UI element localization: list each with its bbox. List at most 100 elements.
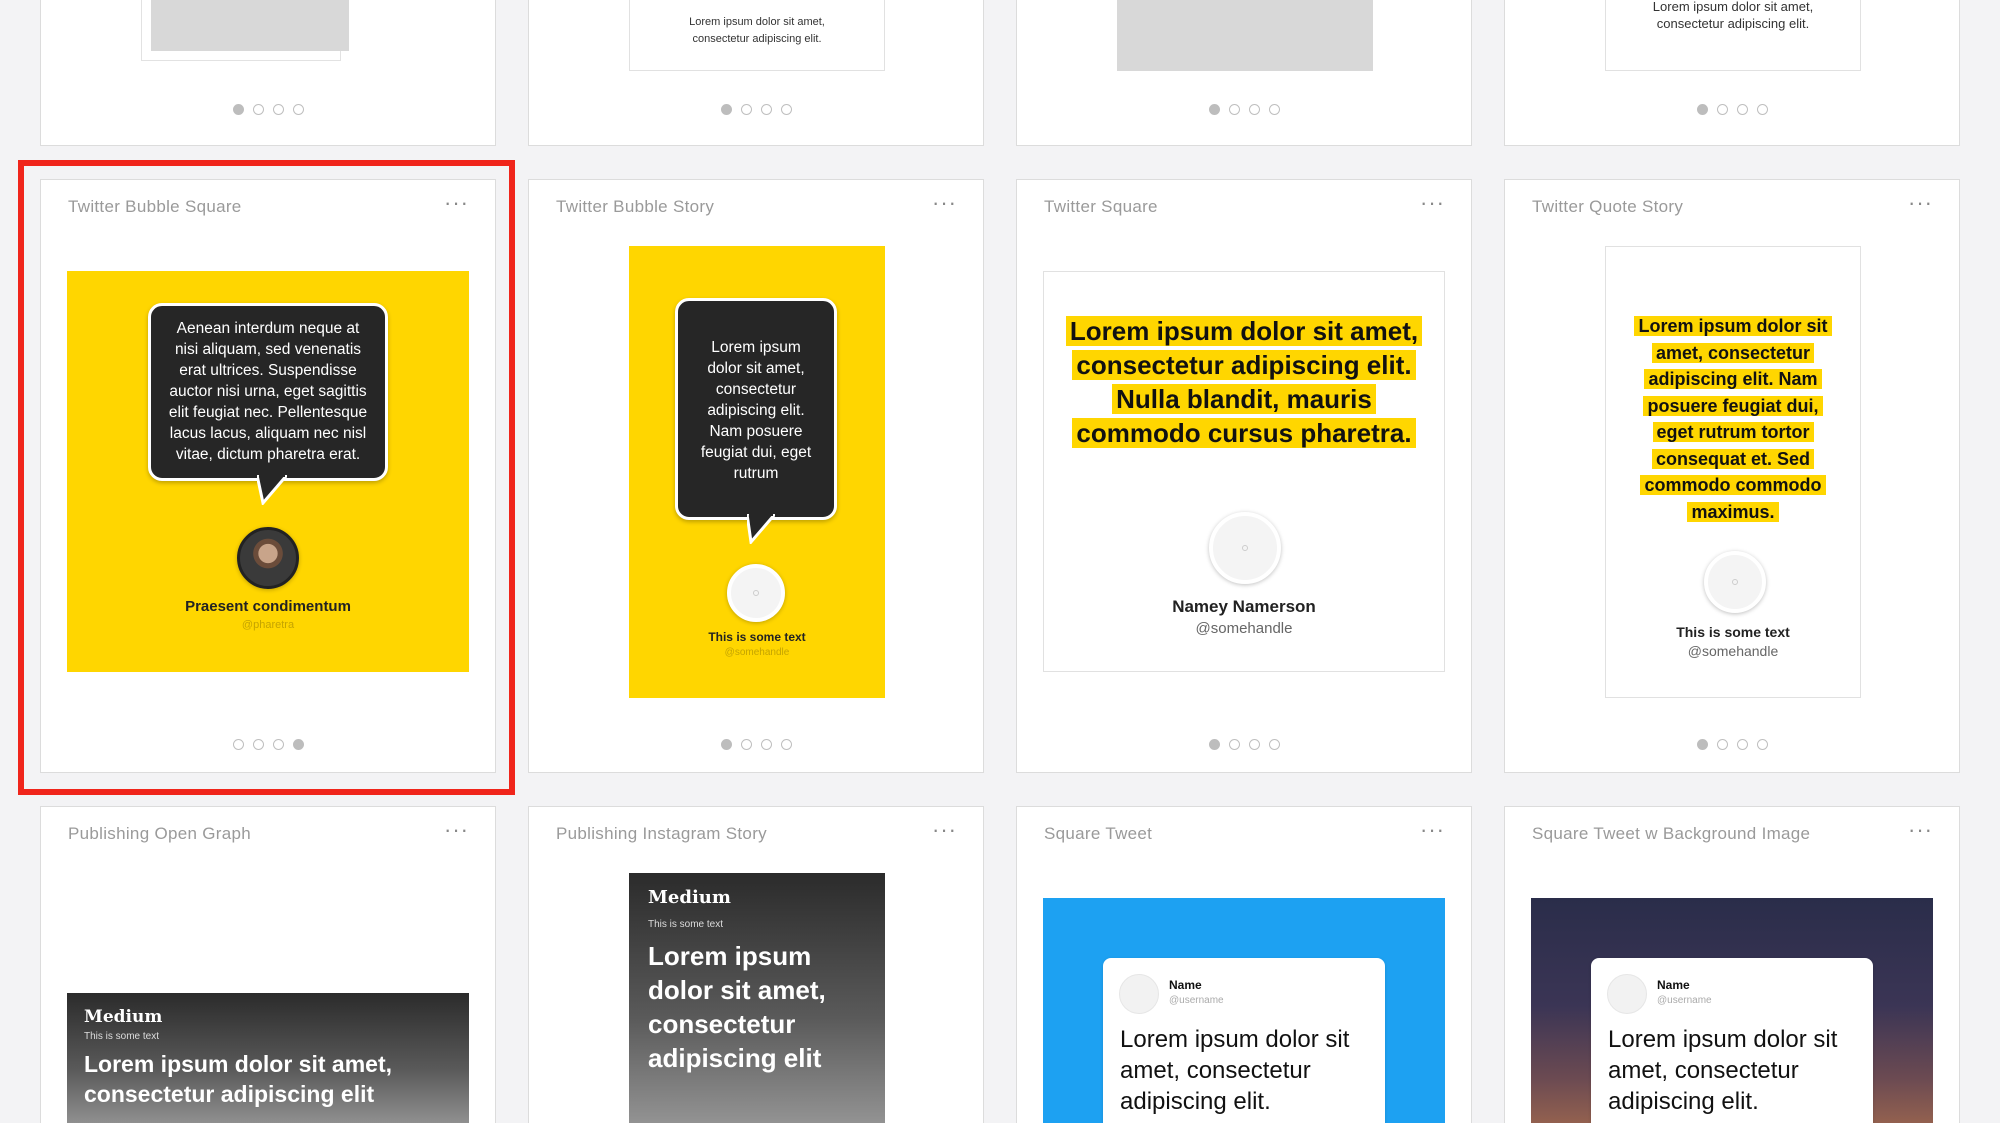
carousel-dot[interactable] bbox=[1736, 104, 1748, 115]
avatar-placeholder-icon bbox=[753, 590, 759, 596]
template-preview: Lorem ipsum dolor sit amet, consectetur … bbox=[1043, 271, 1445, 672]
carousel-dot[interactable] bbox=[292, 104, 304, 115]
carousel-dot[interactable] bbox=[780, 739, 792, 750]
carousel-dot[interactable] bbox=[1248, 739, 1260, 750]
template-card-twitter-quote-story[interactable]: Twitter Quote Story ··· Lorem ipsum dolo… bbox=[1504, 179, 1960, 773]
template-preview: Name @username Lorem ipsum dolor sit ame… bbox=[1043, 898, 1445, 1123]
more-options-icon[interactable]: ··· bbox=[932, 192, 957, 214]
more-options-icon[interactable]: ··· bbox=[1420, 192, 1445, 214]
template-card-top-1[interactable] bbox=[40, 0, 496, 146]
carousel-dot[interactable] bbox=[1228, 104, 1240, 115]
template-card-top-4[interactable]: Lorem ipsum dolor sit amet, consectetur … bbox=[1504, 0, 1960, 146]
bubble-text: Lorem ipsum dolor sit amet, consectetur … bbox=[700, 339, 812, 482]
thumbnail-text-line1: Lorem ipsum dolor sit amet, bbox=[1652, 0, 1814, 14]
carousel-dot[interactable] bbox=[252, 104, 264, 115]
template-card-square-tweet[interactable]: Square Tweet ··· Name @username Lorem ip… bbox=[1016, 806, 1472, 1123]
card-title: Twitter Quote Story bbox=[1532, 197, 1684, 216]
tweet-card: Name @username Lorem ipsum dolor sit ame… bbox=[1591, 958, 1873, 1123]
carousel-dot[interactable] bbox=[1716, 104, 1728, 115]
card-title: Twitter Bubble Story bbox=[556, 197, 715, 216]
carousel-dot[interactable] bbox=[1208, 104, 1220, 115]
tweet-avatar bbox=[1607, 974, 1647, 1014]
template-preview: Lorem ipsum dolor sit amet, consectetur … bbox=[1605, 246, 1861, 698]
author-name: This is some text bbox=[1676, 624, 1790, 640]
more-options-icon[interactable]: ··· bbox=[444, 192, 469, 214]
card-title: Twitter Bubble Square bbox=[68, 197, 242, 216]
quote-text: Lorem ipsum dolor sit amet, consectetur … bbox=[1064, 314, 1424, 450]
carousel-dot[interactable] bbox=[1696, 739, 1708, 750]
brand-logo: Medium bbox=[648, 887, 731, 908]
thumbnail-frame: Lorem ipsum dolor sit amet, consectetur … bbox=[629, 0, 885, 71]
carousel-dot[interactable] bbox=[1736, 739, 1748, 750]
carousel-dot[interactable] bbox=[1248, 104, 1260, 115]
carousel-dot[interactable] bbox=[1268, 104, 1280, 115]
more-options-icon[interactable]: ··· bbox=[1908, 819, 1933, 841]
template-preview: Aenean interdum neque at nisi aliquam, s… bbox=[67, 271, 469, 672]
headline: Lorem ipsum dolor sit amet, consectetur … bbox=[648, 941, 826, 1073]
carousel-dot[interactable] bbox=[740, 104, 752, 115]
carousel-dot[interactable] bbox=[760, 104, 772, 115]
template-card-square-tweet-bg[interactable]: Square Tweet w Background Image ··· Name… bbox=[1504, 806, 1960, 1123]
template-card-publishing-instagram-story[interactable]: Publishing Instagram Story ··· Medium Th… bbox=[528, 806, 984, 1123]
template-card-top-2[interactable]: Lorem ipsum dolor sit amet, consectetur … bbox=[528, 0, 984, 146]
template-card-publishing-open-graph[interactable]: Publishing Open Graph ··· Medium This is… bbox=[40, 806, 496, 1123]
thumbnail-text-line2: consectetur adipiscing elit. bbox=[692, 33, 822, 45]
template-card-top-3[interactable] bbox=[1016, 0, 1472, 146]
tweet-handle: @username bbox=[1169, 995, 1224, 1006]
avatar bbox=[237, 527, 299, 589]
carousel-dot[interactable] bbox=[1756, 104, 1768, 115]
carousel-dot[interactable] bbox=[292, 739, 304, 750]
carousel-dot[interactable] bbox=[1228, 739, 1240, 750]
avatar bbox=[727, 564, 785, 622]
more-options-icon[interactable]: ··· bbox=[932, 819, 957, 841]
more-options-icon[interactable]: ··· bbox=[1420, 819, 1445, 841]
carousel-dots bbox=[1017, 104, 1471, 115]
carousel-dot[interactable] bbox=[252, 739, 264, 750]
subtext: This is some text bbox=[84, 1031, 160, 1042]
carousel-dot[interactable] bbox=[1756, 739, 1768, 750]
headline: Lorem ipsum dolor sit amet, consectetur … bbox=[84, 1051, 392, 1107]
carousel-dot[interactable] bbox=[1696, 104, 1708, 115]
template-card-twitter-bubble-square[interactable]: Twitter Bubble Square ··· Aenean interdu… bbox=[40, 179, 496, 773]
card-title: Twitter Square bbox=[1044, 197, 1158, 216]
template-preview: Medium This is some text Lorem ipsum dol… bbox=[629, 873, 885, 1123]
avatar bbox=[1209, 512, 1281, 584]
carousel-dot[interactable] bbox=[740, 739, 752, 750]
carousel-dot[interactable] bbox=[272, 739, 284, 750]
avatar bbox=[1704, 551, 1766, 613]
carousel-dots bbox=[529, 104, 983, 115]
carousel-dot[interactable] bbox=[1268, 739, 1280, 750]
brand-logo: Medium bbox=[84, 1007, 163, 1027]
template-card-twitter-bubble-story[interactable]: Twitter Bubble Story ··· Lorem ipsum dol… bbox=[528, 179, 984, 773]
carousel-dot[interactable] bbox=[232, 104, 244, 115]
thumbnail-frame: Lorem ipsum dolor sit amet, consectetur … bbox=[1605, 0, 1861, 71]
carousel-dots bbox=[1017, 739, 1471, 750]
avatar-placeholder-icon bbox=[1242, 545, 1248, 551]
speech-bubble: Aenean interdum neque at nisi aliquam, s… bbox=[148, 303, 388, 481]
quote-text: Lorem ipsum dolor sit amet, consectetur … bbox=[1628, 313, 1838, 525]
author-handle: @somehandle bbox=[1195, 620, 1293, 637]
card-title: Publishing Instagram Story bbox=[556, 824, 767, 843]
carousel-dot[interactable] bbox=[780, 104, 792, 115]
template-preview: Lorem ipsum dolor sit amet, consectetur … bbox=[629, 246, 885, 698]
carousel-dot[interactable] bbox=[272, 104, 284, 115]
tweet-name: Name bbox=[1657, 978, 1690, 992]
carousel-dot[interactable] bbox=[720, 739, 732, 750]
tweet-avatar bbox=[1119, 974, 1159, 1014]
bubble-text: Aenean interdum neque at nisi aliquam, s… bbox=[168, 320, 368, 463]
avatar-placeholder-icon bbox=[1732, 579, 1738, 585]
carousel-dot[interactable] bbox=[1208, 739, 1220, 750]
bubble-tail-icon bbox=[747, 514, 775, 544]
more-options-icon[interactable]: ··· bbox=[444, 819, 469, 841]
carousel-dot[interactable] bbox=[760, 739, 772, 750]
tweet-text: Lorem ipsum dolor sit amet, consectetur … bbox=[1608, 1026, 1838, 1115]
thumbnail-image bbox=[1117, 0, 1373, 71]
author-handle: @pharetra bbox=[241, 619, 295, 631]
carousel-dot[interactable] bbox=[1716, 739, 1728, 750]
template-card-twitter-square[interactable]: Twitter Square ··· Lorem ipsum dolor sit… bbox=[1016, 179, 1472, 773]
more-options-icon[interactable]: ··· bbox=[1908, 192, 1933, 214]
carousel-dots bbox=[41, 739, 495, 750]
carousel-dot[interactable] bbox=[720, 104, 732, 115]
tweet-card: Name @username Lorem ipsum dolor sit ame… bbox=[1103, 958, 1385, 1123]
carousel-dot[interactable] bbox=[232, 739, 244, 750]
